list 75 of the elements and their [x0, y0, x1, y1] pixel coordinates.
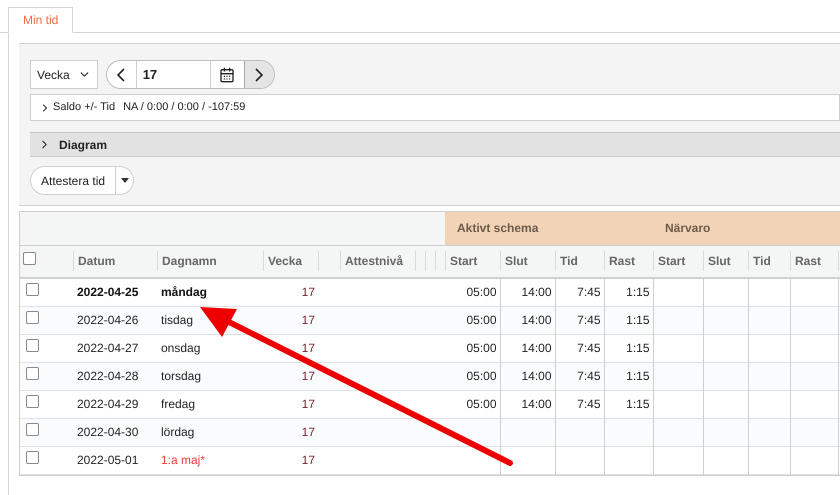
table-cell: 2022-04-25	[77, 285, 138, 300]
table-cell: 2022-04-30	[77, 425, 138, 439]
table-cell: 7:45	[577, 369, 600, 383]
table-cell: 1:15	[626, 369, 650, 383]
table-cell: 17	[302, 397, 315, 411]
table-cell: 05:00	[466, 313, 496, 327]
table-cell: fredag	[161, 397, 196, 411]
table-cell: 17	[302, 369, 315, 383]
table-cell: 17	[302, 285, 315, 300]
column-header[interactable]: Rast	[795, 252, 822, 270]
group-header: Aktivt schema	[445, 212, 653, 245]
table-cell: 17	[302, 313, 315, 327]
diagram-label: Diagram	[59, 136, 108, 154]
table-cell: 05:00	[466, 341, 496, 355]
table-cell: 05:00	[466, 369, 496, 383]
column-header[interactable]: Slut	[505, 252, 528, 270]
calendar-icon	[219, 66, 236, 82]
table-cell: 14:00	[521, 285, 552, 300]
checkbox[interactable]	[26, 395, 39, 408]
table-cell: 05:00	[466, 285, 496, 300]
column-header[interactable]: Tid	[560, 252, 578, 270]
table-cell: 1:15	[626, 397, 650, 411]
table-cell: lördag	[161, 425, 194, 439]
chevron-left-icon	[117, 68, 126, 82]
table-cell: 2022-04-28	[77, 369, 138, 383]
checkbox[interactable]	[23, 252, 36, 266]
diagram-header[interactable]: Diagram	[30, 132, 840, 157]
table-cell: 1:15	[626, 285, 650, 300]
table-cell: måndag	[161, 285, 208, 300]
table-cell: 7:45	[577, 313, 600, 327]
column-header[interactable]: Tid	[753, 252, 771, 270]
checkbox[interactable]	[26, 367, 39, 380]
table-cell: 14:00	[521, 313, 552, 327]
table-cell: 7:45	[577, 285, 600, 300]
column-header[interactable]: Attestnivå	[345, 252, 404, 270]
table-cell: tisdag	[161, 313, 194, 327]
table-cell: 2022-04-26	[77, 313, 138, 327]
table-cell: 1:15	[626, 341, 650, 355]
table-cell: 2022-04-27	[77, 341, 138, 355]
column-header[interactable]: Vecka	[268, 252, 302, 270]
next-button[interactable]	[244, 61, 274, 88]
saldo-bar[interactable]: Saldo +/- Tid NA / 0:00 / 0:00 / -107:59	[30, 94, 840, 121]
saldo-label: Saldo +/- Tid	[53, 100, 116, 116]
caret-icon	[120, 178, 129, 183]
column-header[interactable]: Datum	[78, 252, 116, 270]
table-cell: 7:45	[577, 397, 600, 411]
table-cell: 2022-05-01	[77, 453, 138, 467]
chevron-right-icon	[255, 68, 264, 82]
saldo-value: NA / 0:00 / 0:00 / -107:59	[123, 100, 246, 116]
checkbox[interactable]	[26, 283, 39, 296]
table-cell: 14:00	[521, 369, 552, 383]
checkbox[interactable]	[26, 339, 39, 352]
column-header[interactable]: Slut	[708, 252, 731, 270]
checkbox[interactable]	[26, 451, 39, 464]
table-cell: 17	[302, 425, 315, 439]
column-header[interactable]: Rast	[609, 252, 636, 270]
table-cell: 2022-04-29	[77, 397, 138, 411]
table-cell: 14:00	[521, 397, 552, 411]
column-header[interactable]: Start	[658, 252, 686, 270]
period-select[interactable]: Vecka	[30, 60, 98, 89]
group-header: Närvaro	[653, 212, 840, 245]
table-cell: 7:45	[577, 341, 600, 355]
checkbox[interactable]	[26, 423, 39, 436]
column-header[interactable]: Start	[450, 252, 478, 270]
table-cell: 1:a maj*	[161, 453, 206, 467]
tab[interactable]: Min tid	[8, 7, 74, 33]
column-header[interactable]: Dagnamn	[162, 252, 217, 270]
table-cell: 1:15	[626, 313, 650, 327]
table-cell: 14:00	[521, 341, 552, 355]
table-cell: 17	[302, 341, 315, 355]
table-cell: 17	[302, 453, 315, 467]
table-cell: onsdag	[161, 341, 200, 355]
table-cell: 05:00	[466, 397, 496, 411]
checkbox[interactable]	[26, 311, 39, 324]
table-cell: torsdag	[161, 369, 202, 383]
